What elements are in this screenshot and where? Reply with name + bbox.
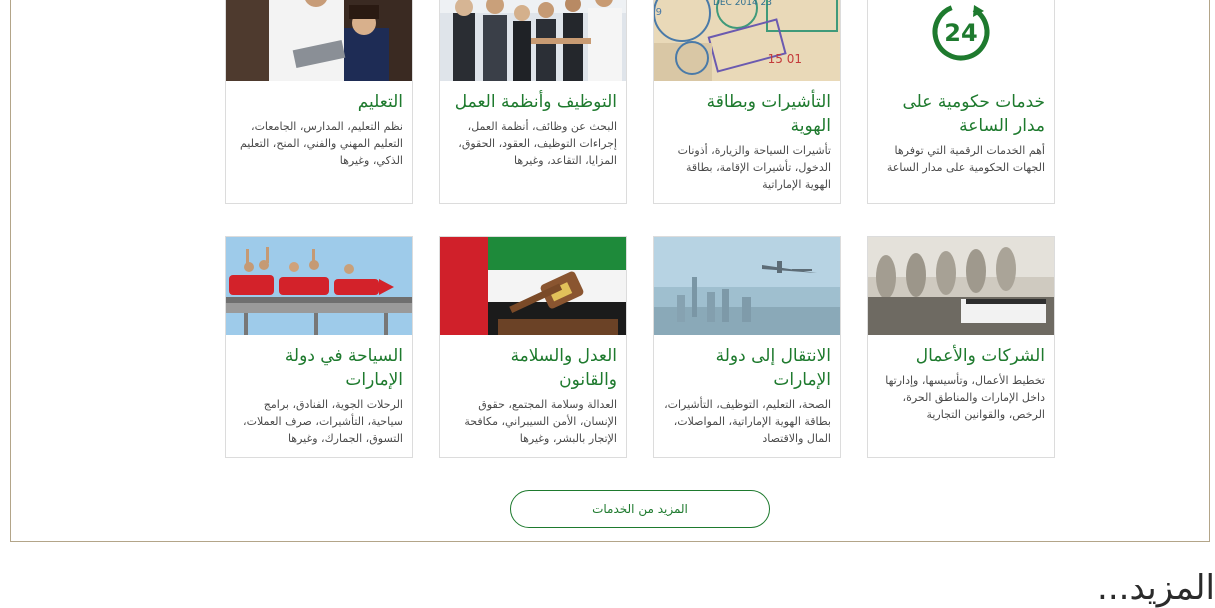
svg-text:24: 24 [944,19,977,47]
card-description: البحث عن وظائف، أنظمة العمل، إجراءات الت… [458,120,617,167]
card-education[interactable]: التعليم نظم التعليم، المدارس، الجامعات، … [225,0,413,204]
card-description: العدالة وسلامة المجتمع، حقوق الإنسان، ال… [464,398,617,445]
svg-text:9 DEC 2014: 9 DEC 2014 [654,7,662,18]
rollercoaster-image [226,237,412,335]
education-image [226,0,412,81]
card-description: تخطيط الأعمال، وتأسيسها، وإدارتها داخل ا… [885,374,1045,421]
card-description: أهم الخدمات الرقمية التي توفرها الجهات ا… [886,144,1045,174]
boardroom-image [868,237,1054,335]
business-handshake-image [440,0,626,81]
card-description: تأشيرات السياحة والزيارة، أذونات الدخول،… [677,144,831,191]
card-visas-id[interactable]: 9 DEC 2014 23 DEC 2014 01 15 التأشيرات و… [653,0,841,204]
card-description: الصحة، التعليم، التوظيف، التأشيرات، بطاق… [664,398,831,445]
card-employment[interactable]: التوظيف وأنظمة العمل البحث عن وظائف، أنظ… [439,0,627,204]
card-description: الرحلات الجوية، الفنادق، برامج سياحية، ا… [243,398,403,445]
card-tourism[interactable]: السياحة في دولة الإمارات الرحلات الجوية،… [225,236,413,458]
card-title: الانتقال إلى دولة الإمارات [715,346,831,390]
card-title: السياحة في دولة الإمارات [284,346,403,390]
card-moving-to-uae[interactable]: الانتقال إلى دولة الإمارات الصحة، التعلي… [653,236,841,458]
airplane-city-image [654,237,840,335]
card-business[interactable]: الشركات والأعمال تخطيط الأعمال، وتأسيسها… [867,236,1055,458]
passport-stamps-image: 9 DEC 2014 23 DEC 2014 01 15 [654,0,840,81]
card-title: التأشيرات وبطاقة الهوية [706,92,831,136]
card-title: الشركات والأعمال [915,346,1045,366]
more-services-button[interactable]: المزيد من الخدمات [510,490,770,528]
card-24h-services[interactable]: 24 خدمات حكومية على مدار الساعة أهم الخد… [867,0,1055,204]
card-title: العدل والسلامة والقانون [510,346,617,390]
svg-text:01 15: 01 15 [768,52,802,66]
card-title: التعليم [357,92,403,112]
card-description: نظم التعليم، المدارس، الجامعات، التعليم … [239,120,403,167]
gavel-flag-image [440,237,626,335]
card-justice[interactable]: العدل والسلامة والقانون العدالة وسلامة ا… [439,236,627,458]
card-title: التوظيف وأنظمة العمل [454,92,617,112]
24-hour-icon: 24 [868,0,1054,81]
card-title: خدمات حكومية على مدار الساعة [902,92,1046,136]
more-heading: المزيد... [1097,568,1215,608]
svg-text:23 DEC 2014: 23 DEC 2014 [713,0,772,8]
